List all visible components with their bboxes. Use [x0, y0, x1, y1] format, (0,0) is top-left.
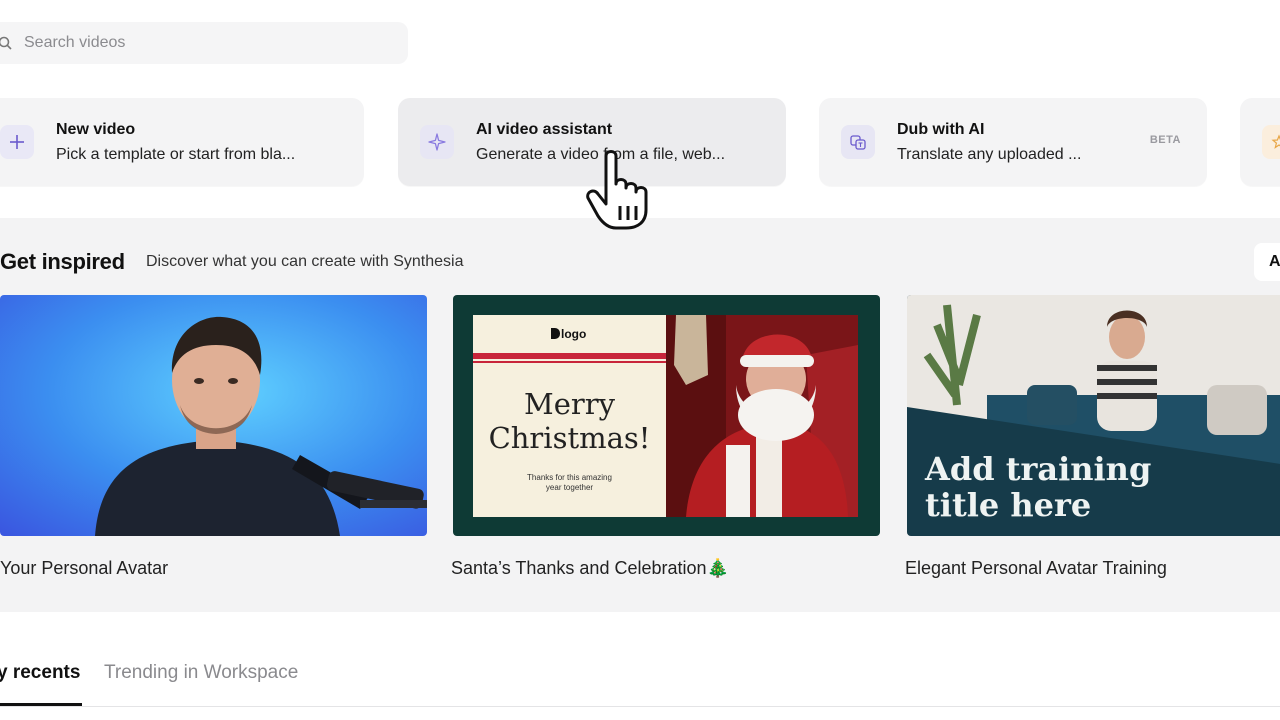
- see-all-button[interactable]: A: [1254, 243, 1280, 281]
- more-icon-box: [1262, 125, 1280, 159]
- translate-icon: [850, 135, 866, 150]
- red-stripe: [473, 353, 666, 359]
- training-title-line-2: title here: [925, 486, 1092, 524]
- card-heading-line-2: Christmas!: [488, 421, 651, 455]
- dub-with-ai-card[interactable]: Dub with AI Translate any uploaded ... B…: [819, 98, 1207, 186]
- card-subtitle: Pick a template or start from bla...: [56, 145, 296, 163]
- tab-my-recents[interactable]: y recents: [0, 662, 80, 684]
- new-video-card[interactable]: New video Pick a template or start from …: [0, 98, 364, 186]
- hand-cursor-icon: [586, 150, 648, 230]
- logo-mark: logo: [551, 327, 586, 341]
- sparkle-icon-box: [420, 125, 454, 159]
- template-thumbnail-santa[interactable]: logo Merry Christmas! Thanks for this am…: [453, 295, 880, 536]
- more-actions-card[interactable]: [1240, 98, 1280, 186]
- search-icon: [0, 36, 12, 50]
- logo-text: logo: [561, 327, 587, 341]
- card-subtitle: Translate any uploaded ...: [897, 145, 1082, 163]
- training-title-overlay: Add training title here: [925, 451, 1151, 523]
- star-icon: [1271, 134, 1280, 149]
- card-small-text: Thanks for this amazing year together: [473, 473, 666, 493]
- card-title: Dub with AI: [897, 120, 985, 138]
- search-input[interactable]: [24, 34, 364, 52]
- plus-icon: [10, 135, 24, 149]
- santa-image: [666, 315, 858, 517]
- card-small-line-2: year together: [545, 483, 594, 492]
- christmas-card: logo Merry Christmas! Thanks for this am…: [473, 315, 666, 517]
- training-title-line-1: Add training: [925, 450, 1152, 488]
- translate-icon-box: [841, 125, 875, 159]
- avatar-video-image: [0, 295, 427, 536]
- card-heading-line-1: Merry: [524, 387, 615, 421]
- card-small-line-1: Thanks for this amazing: [527, 473, 612, 482]
- tab-trending-in-workspace[interactable]: Trending in Workspace: [104, 662, 298, 684]
- search-bar[interactable]: [0, 22, 408, 64]
- thumbnail-caption[interactable]: Your Personal Avatar: [0, 558, 168, 579]
- plus-icon-box: [0, 125, 34, 159]
- template-thumbnail-personal-avatar[interactable]: [0, 295, 427, 536]
- thumbnail-caption[interactable]: Santa’s Thanks and Celebration🎄: [451, 558, 729, 579]
- red-stripe-thin: [473, 361, 666, 363]
- card-heading: Merry Christmas!: [473, 387, 666, 455]
- thumbnail-caption[interactable]: Elegant Personal Avatar Training: [905, 558, 1167, 579]
- beta-badge: BETA: [1149, 134, 1181, 146]
- card-title: New video: [56, 120, 136, 138]
- template-thumbnail-training[interactable]: Add training title here: [907, 295, 1280, 536]
- card-title: AI video assistant: [476, 120, 613, 138]
- logo-icon: [551, 328, 560, 339]
- section-subtitle: Discover what you can create with Synthe…: [146, 253, 464, 270]
- tabs-divider: [0, 706, 1280, 707]
- sparkle-icon: [428, 133, 446, 151]
- section-title: Get inspired: [0, 249, 125, 274]
